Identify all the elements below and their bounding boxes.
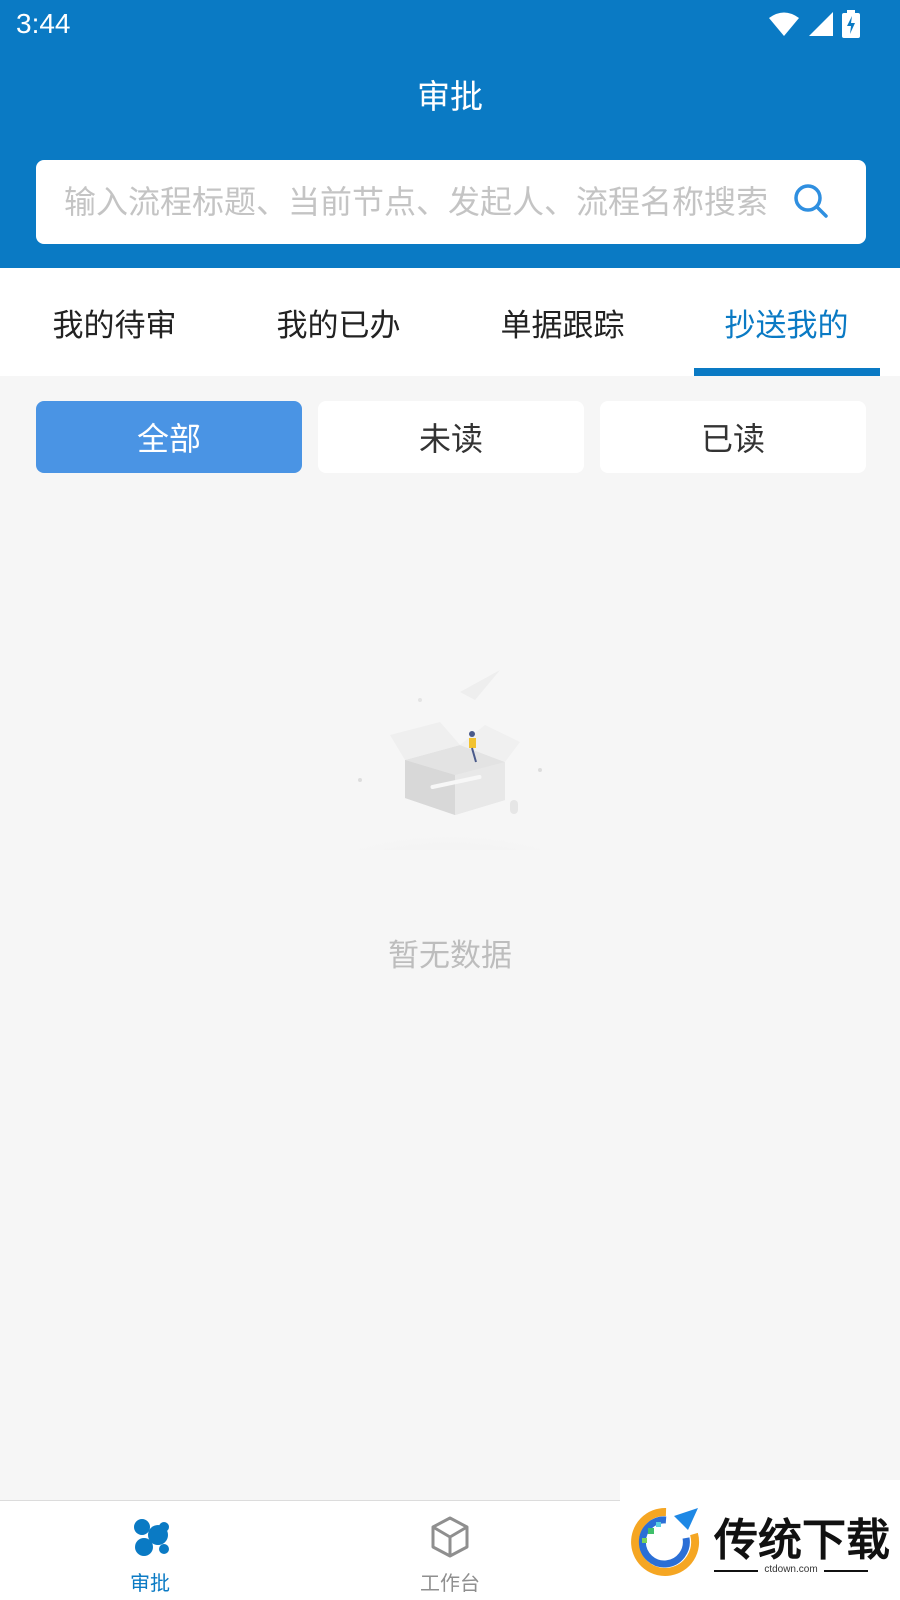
tab-my-pending[interactable]: 我的待审	[2, 268, 227, 376]
empty-message: 暂无数据	[388, 938, 512, 974]
watermark-logo-icon	[628, 1504, 704, 1584]
nav-approval-label: 审批	[130, 1571, 170, 1595]
tab-cc-to-me[interactable]: 抄送我的	[674, 268, 899, 376]
filter-unread-button[interactable]: 未读	[318, 401, 584, 473]
tab-bar: 我的待审 我的已办 单据跟踪 抄送我的	[0, 268, 900, 376]
status-icons	[768, 10, 860, 42]
search-icon[interactable]	[792, 182, 830, 224]
active-tab-indicator	[694, 368, 880, 376]
signal-icon	[808, 11, 834, 41]
page-title: 审批	[417, 77, 483, 116]
empty-illustration	[300, 670, 600, 905]
nav-approval[interactable]: 审批	[50, 1501, 250, 1600]
search-box[interactable]	[36, 160, 866, 244]
nav-workbench-label: 工作台	[420, 1571, 480, 1595]
tab-my-done[interactable]: 我的已办	[226, 268, 451, 376]
search-input[interactable]	[64, 178, 794, 226]
cube-icon	[428, 1515, 472, 1563]
nav-workbench[interactable]: 工作台	[350, 1501, 550, 1600]
wifi-icon	[768, 11, 800, 41]
status-time: 3:44	[16, 8, 71, 39]
filter-all-button[interactable]: 全部	[36, 401, 302, 473]
battery-charging-icon	[842, 10, 860, 42]
tab-document-tracking[interactable]: 单据跟踪	[450, 268, 675, 376]
approval-icon	[128, 1515, 172, 1563]
watermark-title: 传统下载	[714, 1515, 890, 1566]
filter-read-button[interactable]: 已读	[600, 401, 866, 473]
watermark-domain: ctdown.com	[764, 1564, 818, 1575]
watermark: 传统下载 ctdown.com	[620, 1480, 900, 1600]
app-header: 3:44 审批	[0, 0, 900, 268]
